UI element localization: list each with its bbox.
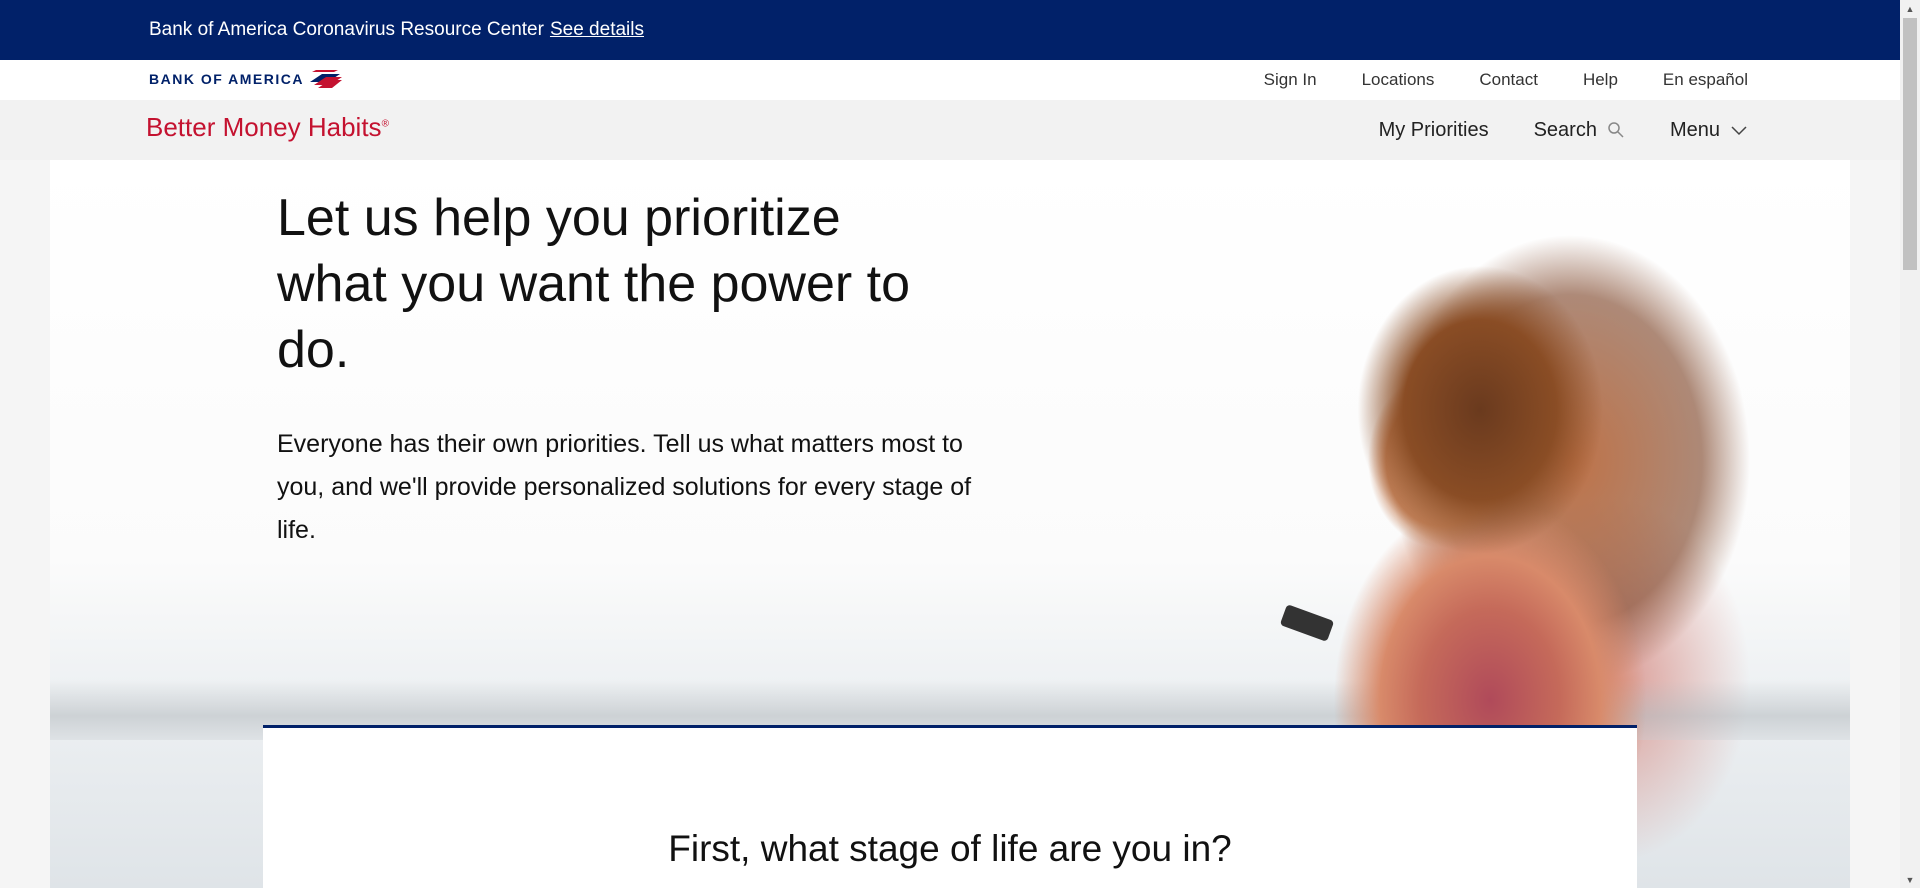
flag-icon — [308, 70, 342, 88]
search-button[interactable]: Search — [1534, 119, 1625, 142]
see-details-link[interactable]: See details — [550, 19, 644, 41]
vertical-scrollbar[interactable]: ▲ ▼ — [1900, 0, 1920, 888]
hero-subtext: Everyone has their own priorities. Tell … — [277, 430, 972, 544]
locations-link[interactable]: Locations — [1362, 70, 1435, 90]
brand-registered-mark: ® — [381, 118, 389, 130]
sign-in-link[interactable]: Sign In — [1264, 70, 1317, 90]
logo-text: BANK OF AMERICA — [149, 71, 304, 87]
life-stage-title: First, what stage of life are you in? — [668, 828, 1232, 869]
menu-label: Menu — [1669, 118, 1720, 141]
my-priorities-label: My Priorities — [1378, 118, 1489, 141]
better-money-habits-brand[interactable]: Better Money Habits® — [146, 112, 389, 143]
help-link[interactable]: Help — [1583, 70, 1618, 90]
banner-text: Bank of America Coronavirus Resource Cen… — [149, 19, 544, 40]
search-icon — [1607, 121, 1625, 139]
en-espanol-link[interactable]: En español — [1663, 70, 1748, 90]
brand-name: Better Money Habits — [146, 112, 382, 142]
scroll-down-icon[interactable]: ▼ — [1900, 871, 1920, 888]
page: Bank of America Coronavirus Resource Cen… — [0, 0, 1900, 888]
hero-section: Let us help you prioritize what you want… — [50, 160, 1850, 888]
scroll-up-icon[interactable]: ▲ — [1900, 0, 1920, 17]
menu-button[interactable]: Menu — [1670, 119, 1748, 142]
my-priorities-link[interactable]: My Priorities — [1379, 119, 1489, 142]
subnav-links: My Priorities Search Menu — [1379, 100, 1748, 160]
life-stage-card: First, what stage of life are you in? — [263, 725, 1637, 888]
bank-logo[interactable]: BANK OF AMERICA — [149, 70, 342, 88]
contact-link[interactable]: Contact — [1479, 70, 1538, 90]
covid-banner: Bank of America Coronavirus Resource Cen… — [0, 0, 1900, 60]
chevron-down-icon — [1730, 124, 1748, 136]
utility-bar: BANK OF AMERICA Sign In Locations Contac… — [0, 60, 1900, 100]
sub-navigation: Better Money Habits® My Priorities Searc… — [0, 100, 1900, 160]
hero-headline: Let us help you prioritize what you want… — [277, 189, 911, 379]
search-label: Search — [1533, 118, 1597, 141]
scroll-thumb[interactable] — [1903, 18, 1917, 270]
utility-links: Sign In Locations Contact Help En españo… — [1264, 60, 1748, 100]
